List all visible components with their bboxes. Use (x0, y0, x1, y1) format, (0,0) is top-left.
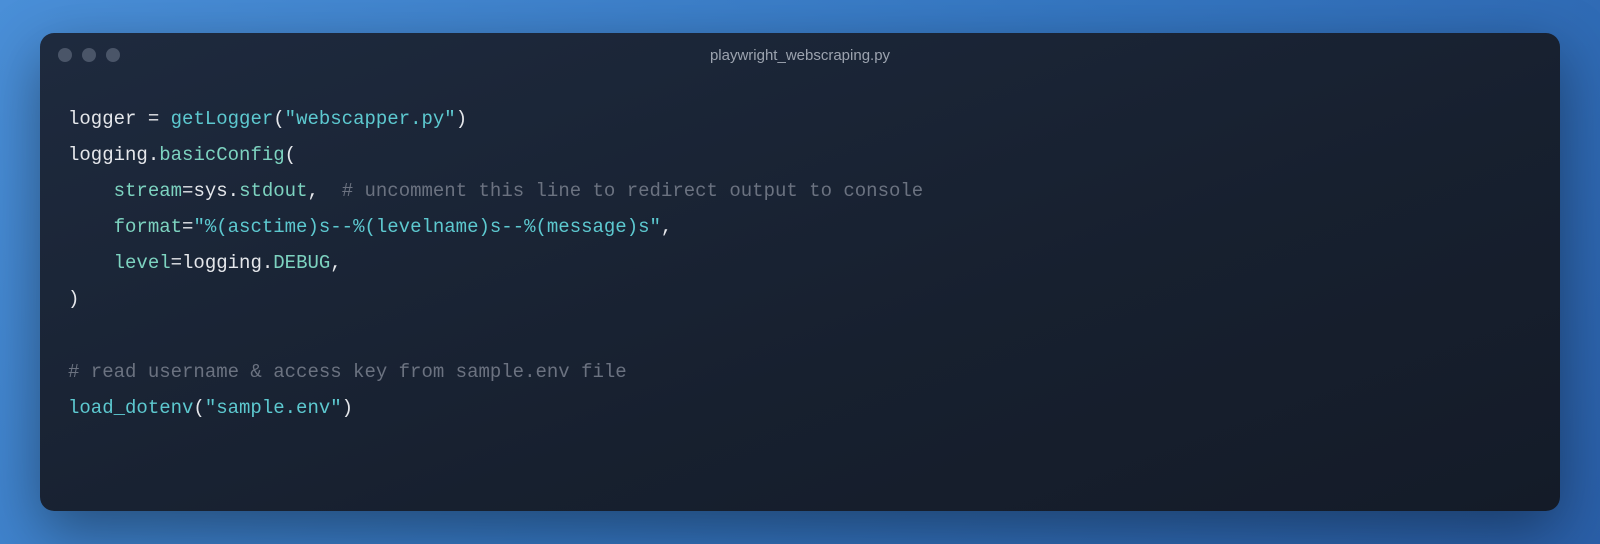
code-token: logging (182, 252, 262, 274)
code-token: . (262, 252, 273, 274)
code-token: logger (68, 108, 148, 130)
code-line (68, 318, 1532, 354)
code-token: ) (456, 108, 467, 130)
code-line: format="%(asctime)s--%(levelname)s--%(me… (68, 209, 1532, 245)
code-token: logging (68, 144, 148, 166)
code-token: = (171, 252, 182, 274)
code-token: "sample.env" (205, 397, 342, 419)
code-token: stdout (239, 180, 307, 202)
code-token (68, 216, 114, 238)
code-line: level=logging.DEBUG, (68, 245, 1532, 281)
code-token: getLogger (171, 108, 274, 130)
window-title: playwright_webscraping.py (710, 47, 890, 64)
code-token: . (228, 180, 239, 202)
code-token: DEBUG (273, 252, 330, 274)
code-line: logging.basicConfig( (68, 137, 1532, 173)
minimize-icon[interactable] (82, 48, 96, 62)
code-token: ) (342, 397, 353, 419)
code-line: # read username & access key from sample… (68, 354, 1532, 390)
code-token: , (661, 216, 672, 238)
code-token: sys (193, 180, 227, 202)
titlebar: playwright_webscraping.py (40, 33, 1560, 77)
code-token: load_dotenv (68, 397, 193, 419)
code-token (68, 252, 114, 274)
code-token: level (114, 252, 171, 274)
code-window: playwright_webscraping.py logger = getLo… (40, 33, 1560, 511)
code-token: ) (68, 288, 79, 310)
code-token (68, 180, 114, 202)
code-line: stream=sys.stdout, # uncomment this line… (68, 173, 1532, 209)
code-token: "%(asctime)s--%(levelname)s--%(message)s… (193, 216, 660, 238)
code-line: ) (68, 281, 1532, 317)
code-token (159, 108, 170, 130)
code-token: = (182, 216, 193, 238)
code-token: ( (193, 397, 204, 419)
maximize-icon[interactable] (106, 48, 120, 62)
code-token: ( (273, 108, 284, 130)
code-token: ( (285, 144, 296, 166)
code-token: # uncomment this line to redirect output… (319, 180, 923, 202)
code-token: format (114, 216, 182, 238)
code-token: "webscapper.py" (285, 108, 456, 130)
code-token: basicConfig (159, 144, 284, 166)
code-token: , (330, 252, 341, 274)
close-icon[interactable] (58, 48, 72, 62)
code-line: logger = getLogger("webscapper.py") (68, 101, 1532, 137)
code-token: . (148, 144, 159, 166)
code-token: = (148, 108, 159, 130)
traffic-lights (58, 48, 120, 62)
code-token: stream (114, 180, 182, 202)
code-token: # read username & access key from sample… (68, 361, 627, 383)
code-area[interactable]: logger = getLogger("webscapper.py")loggi… (40, 77, 1560, 511)
code-line: load_dotenv("sample.env") (68, 390, 1532, 426)
code-token: = (182, 180, 193, 202)
code-token: , (307, 180, 318, 202)
